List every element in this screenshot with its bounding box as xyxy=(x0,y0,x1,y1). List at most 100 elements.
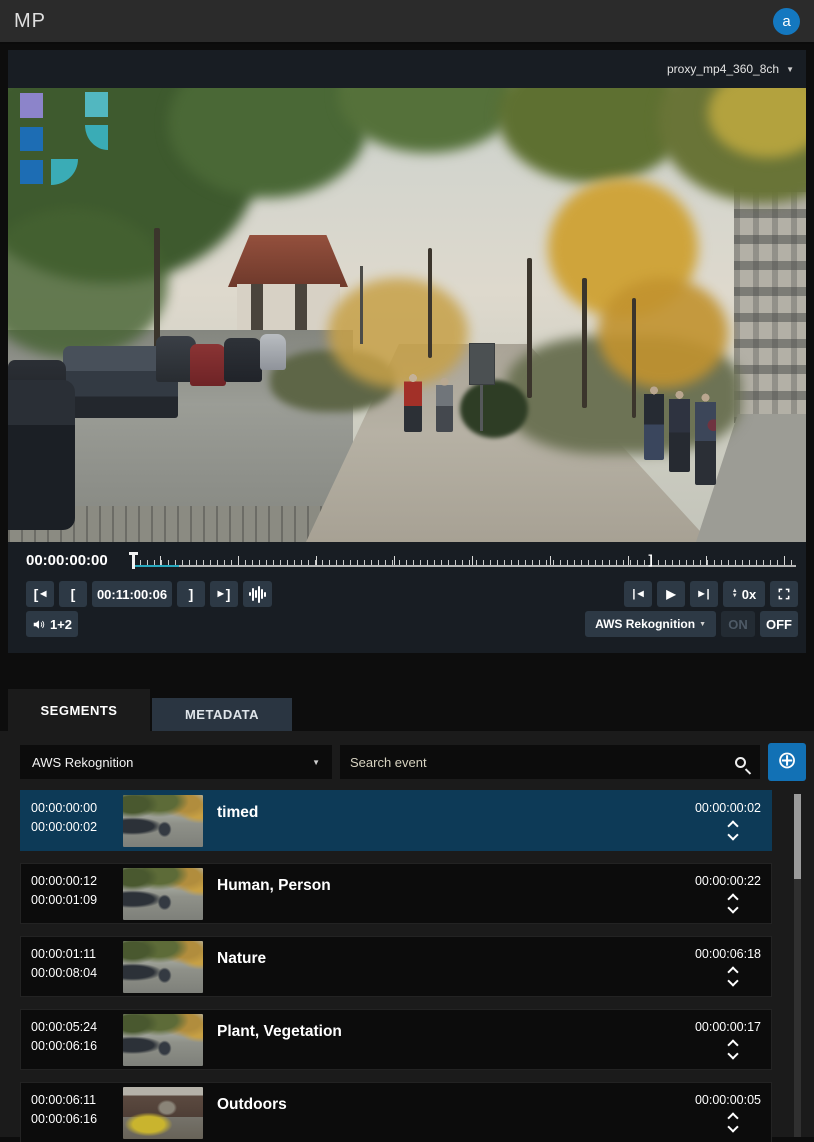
skip-end-button[interactable]: ▶ | xyxy=(690,581,718,607)
speed-button[interactable]: ▲▼ 0x xyxy=(723,581,765,607)
segment-reorder xyxy=(729,895,737,912)
bracket-glyph: [ xyxy=(71,587,76,601)
segment-out: 00:00:06:16 xyxy=(31,1037,119,1056)
set-in-button[interactable]: [ xyxy=(59,581,87,607)
tab-segments[interactable]: SEGMENTS xyxy=(8,689,150,731)
segment-in: 00:00:01:11 xyxy=(31,945,119,964)
segment-label: Nature xyxy=(217,941,669,968)
video-scene-pedestrian xyxy=(644,386,664,460)
segment-timecodes: 00:00:01:11 00:00:08:04 xyxy=(31,941,119,983)
segment-reorder xyxy=(729,1041,737,1058)
chevron-down-icon[interactable] xyxy=(727,1121,738,1132)
segment-row[interactable]: 00:00:05:24 00:00:06:16 Plant, Vegetatio… xyxy=(20,1009,772,1070)
overlay-controls: 1+2 AWS Rekognition ▼ ON OFF xyxy=(8,607,806,653)
segment-thumbnail xyxy=(123,868,203,920)
video-scene-foliage xyxy=(328,278,468,388)
video-scene-pedestrian xyxy=(695,393,716,485)
segment-label: Outdoors xyxy=(217,1087,669,1114)
segment-out: 00:00:01:09 xyxy=(31,891,119,910)
chevron-down-icon[interactable] xyxy=(727,1048,738,1059)
watermark-logo-square xyxy=(20,160,43,184)
segment-row[interactable]: 00:00:00:00 00:00:00:02 timed 00:00:00:0… xyxy=(20,790,772,851)
set-out-button[interactable]: ] xyxy=(177,581,205,607)
search-icon[interactable] xyxy=(735,757,746,768)
video-scene-building xyxy=(734,183,806,423)
bracket-glyph: ] xyxy=(226,587,231,601)
timeline-progress xyxy=(133,565,179,567)
segment-in: 00:00:05:24 xyxy=(31,1018,119,1037)
search-input[interactable] xyxy=(350,755,735,770)
goto-out-button[interactable]: ▶ ] xyxy=(210,581,238,607)
waveform-button[interactable] xyxy=(243,581,272,607)
skip-start-button[interactable]: | ◀ xyxy=(624,581,652,607)
segment-row[interactable]: 00:00:01:11 00:00:08:04 Nature 00:00:06:… xyxy=(20,936,772,997)
playhead-marker[interactable] xyxy=(132,552,135,569)
video-scene-pedestrian-red xyxy=(404,374,422,432)
segment-timecodes: 00:00:06:11 00:00:06:16 xyxy=(31,1087,119,1129)
duration-timecode[interactable]: 00:11:00:06 xyxy=(92,581,172,607)
bracket-glyph: [ xyxy=(34,587,39,601)
video-scene-car xyxy=(224,338,262,382)
add-segment-button[interactable]: ⊕ xyxy=(768,743,806,781)
segment-row[interactable]: 00:00:00:12 00:00:01:09 Human, Person 00… xyxy=(20,863,772,924)
audio-channels-button[interactable]: 1+2 xyxy=(26,611,78,637)
tab-bar: SEGMENTS METADATA xyxy=(0,689,814,731)
segment-in: 00:00:00:00 xyxy=(31,799,119,818)
video-frame[interactable] xyxy=(8,88,806,542)
segment-duration: 00:00:06:18 xyxy=(695,941,761,961)
scrollbar-thumb[interactable] xyxy=(794,794,801,879)
overlay-engine-label: AWS Rekognition xyxy=(595,617,695,631)
watermark-logo-square xyxy=(85,92,108,117)
segment-label: Plant, Vegetation xyxy=(217,1014,669,1041)
chevron-down-icon: ▼ xyxy=(699,621,706,628)
timeline-track xyxy=(133,565,796,567)
chevron-down-icon[interactable] xyxy=(727,902,738,913)
video-scene-foreground-car xyxy=(8,380,75,530)
video-scene-bush xyxy=(460,380,528,438)
segment-thumbnail xyxy=(123,941,203,993)
bar-glyph: | xyxy=(707,589,710,600)
overlay-on-button[interactable]: ON xyxy=(721,611,755,637)
video-scene-tree-trunk xyxy=(632,298,636,418)
fullscreen-icon xyxy=(777,587,791,601)
proxy-selector[interactable]: proxy_mp4_360_8ch ▼ xyxy=(8,50,806,88)
triangle-left-icon: ◀ xyxy=(637,590,643,598)
video-scene-foliage xyxy=(598,278,728,388)
segment-row[interactable]: 00:00:06:11 00:00:06:16 Outdoors 00:00:0… xyxy=(20,1082,772,1142)
tab-metadata[interactable]: METADATA xyxy=(152,698,292,731)
user-avatar[interactable]: a xyxy=(773,8,800,35)
segment-timecodes: 00:00:00:12 00:00:01:09 xyxy=(31,868,119,910)
segment-out: 00:00:08:04 xyxy=(31,964,119,983)
watermark-logo-square xyxy=(20,127,43,151)
out-point-marker[interactable]: ] xyxy=(648,552,652,567)
proxy-label: proxy_mp4_360_8ch xyxy=(667,62,779,76)
segment-out: 00:00:06:16 xyxy=(31,1110,119,1129)
chevron-down-icon[interactable] xyxy=(727,829,738,840)
filter-row: AWS Rekognition ▼ ⊕ xyxy=(20,743,814,781)
overlay-engine-dropdown[interactable]: AWS Rekognition ▼ xyxy=(585,611,716,637)
segment-thumbnail xyxy=(123,795,203,847)
segment-duration: 00:00:00:17 xyxy=(695,1014,761,1034)
timeline-ruler[interactable]: ] xyxy=(133,546,798,576)
app-header: MP a xyxy=(0,0,814,44)
segment-thumbnail xyxy=(123,1087,203,1139)
play-button[interactable]: ▶ xyxy=(657,581,685,607)
speaker-icon xyxy=(32,617,46,632)
overlay-off-button[interactable]: OFF xyxy=(760,611,798,637)
goto-in-button[interactable]: [ ◀ xyxy=(26,581,54,607)
triangle-left-icon: ◀ xyxy=(40,590,46,598)
speed-value: 0x xyxy=(742,587,756,602)
scrollbar[interactable] xyxy=(794,794,801,1137)
video-scene-red-car xyxy=(190,344,226,386)
audio-channels-label: 1+2 xyxy=(50,617,72,632)
segment-timecodes: 00:00:00:00 00:00:00:02 xyxy=(31,795,119,837)
chevron-down-icon[interactable] xyxy=(727,975,738,986)
triangle-right-icon: ▶ xyxy=(698,590,704,598)
engine-select[interactable]: AWS Rekognition ▼ xyxy=(20,745,332,779)
fullscreen-button[interactable] xyxy=(770,581,798,607)
engine-select-value: AWS Rekognition xyxy=(32,755,133,770)
watermark-logo-square xyxy=(20,93,43,118)
segment-list: 00:00:00:00 00:00:00:02 timed 00:00:00:0… xyxy=(20,790,814,1142)
app-title: MP xyxy=(14,10,46,33)
video-scene-tree-trunk xyxy=(582,278,587,408)
